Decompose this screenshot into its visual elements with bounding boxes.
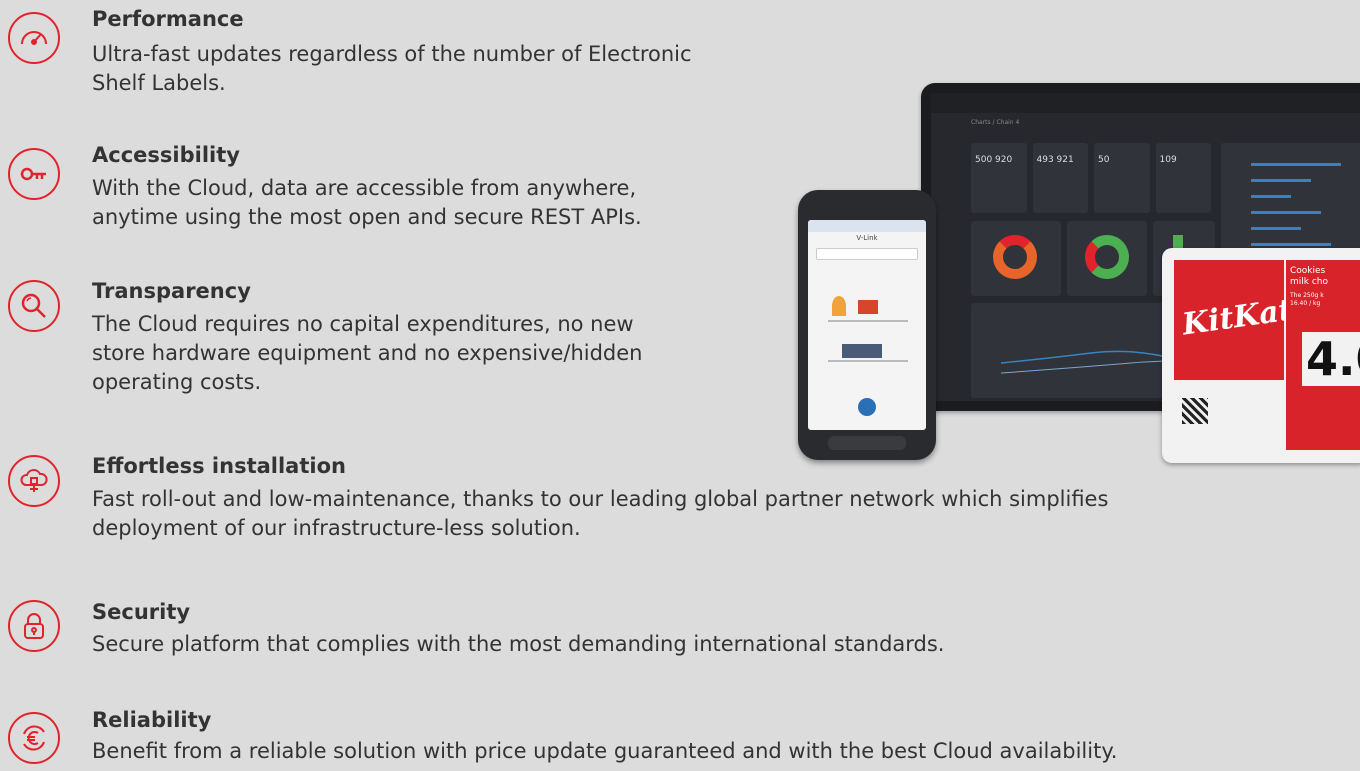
feature-title: Performance (92, 7, 244, 31)
speedometer-icon (8, 12, 60, 64)
feature-description: Benefit from a reliable solution with pr… (92, 739, 1118, 763)
electronic-shelf-label-image: KitKat Cookies milk cho The 250g k 16.40… (1162, 248, 1360, 463)
feature-title: Transparency (92, 279, 251, 303)
key-icon (8, 148, 60, 200)
handheld-device-image: V-Link (798, 190, 936, 460)
esl-qr-code (1182, 398, 1208, 424)
esl-product-name: Cookies milk cho (1290, 266, 1328, 287)
phone-screen: V-Link (808, 220, 926, 430)
feature-title: Effortless installation (92, 454, 346, 478)
padlock-icon (8, 600, 60, 652)
feature-description: Secure platform that complies with the m… (92, 632, 945, 656)
stat-card: 109 (1155, 143, 1211, 213)
feature-title: Reliability (92, 708, 212, 732)
euro-cycle-icon (8, 712, 60, 764)
esl-detail: The 250g k 16.40 / kg (1290, 292, 1324, 307)
donut-panel (971, 221, 1061, 296)
feature-title: Security (92, 600, 191, 624)
feature-description: The Cloud requires no capital expenditur… (92, 312, 643, 394)
esl-price: 4.0 (1302, 332, 1360, 386)
feature-description: Fast roll-out and low-maintenance, thank… (92, 487, 1109, 540)
feature-title: Accessibility (92, 143, 240, 167)
stat-card: 493 921 (1032, 143, 1088, 213)
stat-card: 500 920 (971, 143, 1027, 213)
feature-description: With the Cloud, data are accessible from… (92, 176, 642, 229)
phone-brand: V-Link (856, 234, 878, 242)
dashboard-breadcrumb: Charts / Chain 4 (971, 119, 1020, 126)
feature-description: Ultra-fast updates regardless of the num… (92, 42, 692, 95)
magnifier-icon (8, 280, 60, 332)
donut-panel (1067, 221, 1147, 296)
cloud-chip-icon (8, 455, 60, 507)
stat-card: 50 (1094, 143, 1150, 213)
